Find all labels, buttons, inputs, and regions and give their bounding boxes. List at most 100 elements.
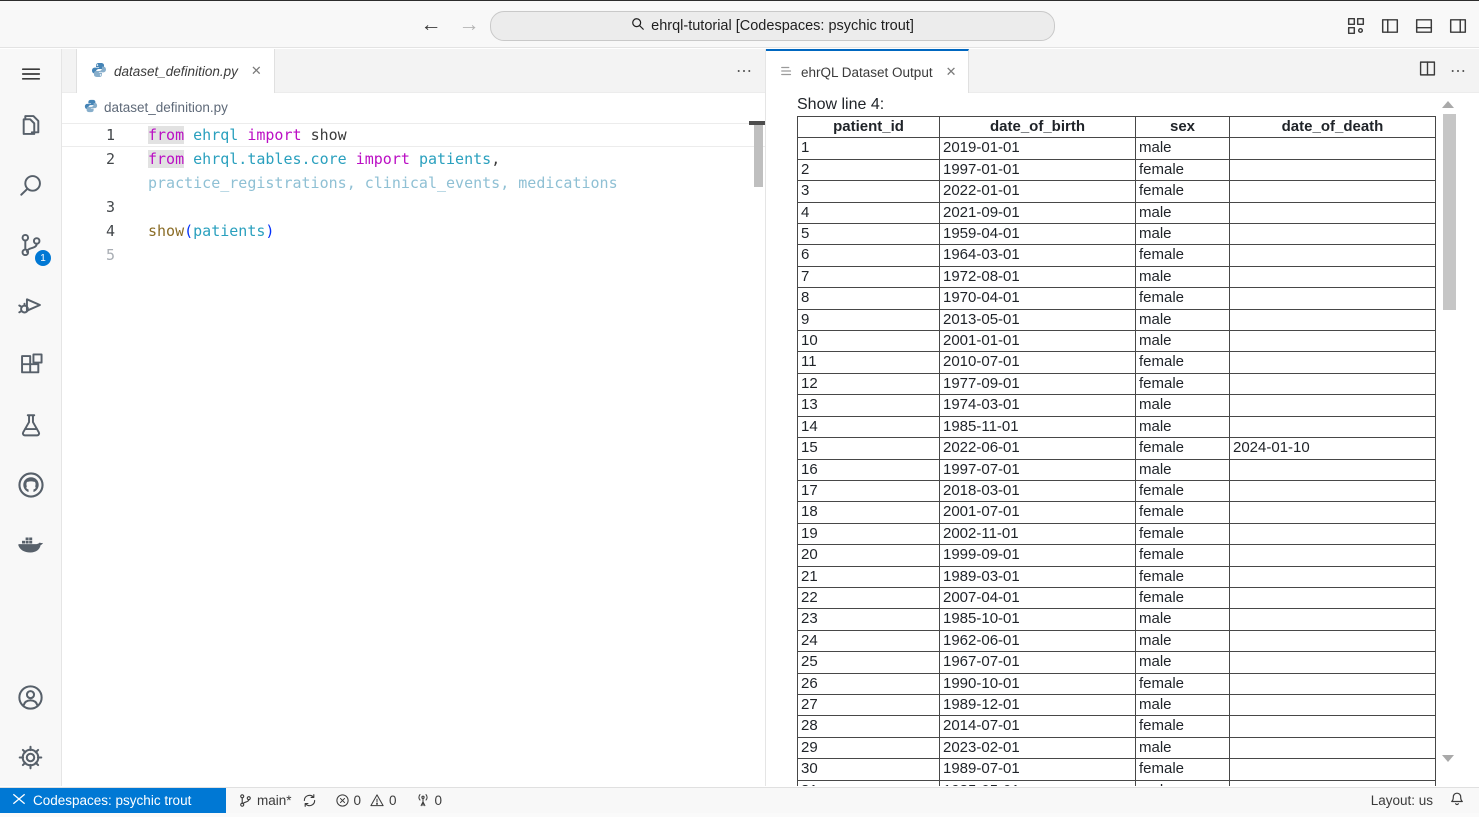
testing-beaker-icon[interactable]: [0, 402, 61, 448]
table-row: 172018-03-01female: [798, 480, 1436, 501]
settings-gear-icon[interactable]: [0, 734, 61, 780]
scroll-down-arrow[interactable]: [1442, 755, 1454, 762]
tab-dataset-definition[interactable]: dataset_definition.py ✕: [76, 49, 275, 93]
github-icon[interactable]: [0, 462, 61, 508]
toggle-panel-icon[interactable]: [1414, 16, 1433, 35]
toggle-primary-sidebar-icon[interactable]: [1380, 16, 1399, 35]
search-sidebar-icon[interactable]: [0, 162, 61, 208]
table-row: 12019-01-01male: [798, 138, 1436, 159]
tab-ehrql-dataset-output[interactable]: ehrQL Dataset Output ✕: [766, 49, 969, 93]
table-cell: 12: [798, 373, 940, 394]
close-tab-icon[interactable]: ✕: [946, 64, 957, 80]
customize-layout-icon[interactable]: [1346, 16, 1365, 35]
code-editor[interactable]: 1from ehrql import show2from ehrql.table…: [62, 121, 765, 267]
layout-item[interactable]: Layout: us: [1365, 788, 1439, 814]
table-cell: female: [1136, 159, 1230, 180]
forward-arrow[interactable]: →: [458, 14, 480, 36]
layout-label: Layout: us: [1371, 793, 1433, 808]
table-cell: [1230, 373, 1436, 394]
table-cell: 16: [798, 459, 940, 480]
show-line-heading: Show line 4:: [797, 96, 1479, 114]
run-and-debug-icon[interactable]: [0, 282, 61, 328]
table-cell: female: [1136, 181, 1230, 202]
error-count: 0: [354, 793, 362, 808]
error-icon: [335, 793, 350, 808]
table-header-row: patient_iddate_of_birthsexdate_of_death: [798, 117, 1436, 138]
notifications-bell-icon[interactable]: [1449, 791, 1465, 810]
table-cell: [1230, 630, 1436, 651]
editor-scrollbar-thumb[interactable]: [754, 125, 763, 187]
table-cell: female: [1136, 566, 1230, 587]
table-cell: [1230, 652, 1436, 673]
table-cell: 1985-10-01: [940, 609, 1136, 630]
table-cell: 1967-07-01: [940, 652, 1136, 673]
editor-group: dataset_definition.py ✕ ⋯ dataset_defini…: [62, 49, 765, 786]
table-cell: 1959-04-01: [940, 224, 1136, 245]
table-cell: female: [1136, 480, 1230, 501]
code-line[interactable]: 4show(patients): [62, 219, 765, 243]
warning-icon: [369, 793, 385, 808]
table-cell: 1962-06-01: [940, 630, 1136, 651]
table-cell: male: [1136, 737, 1230, 758]
source-control-badge: 1: [35, 250, 51, 266]
table-cell: [1230, 331, 1436, 352]
split-editor-icon[interactable]: [1419, 60, 1436, 82]
table-cell: 2013-05-01: [940, 309, 1136, 330]
code-line[interactable]: practice_registrations, clinical_events,…: [62, 171, 765, 195]
search-label: ehrql-tutorial [Codespaces: psychic trou…: [651, 18, 914, 34]
line-number: 3: [62, 195, 115, 219]
line-number: 1: [62, 123, 115, 147]
command-center-search[interactable]: ehrql-tutorial [Codespaces: psychic trou…: [490, 11, 1055, 41]
table-row: 112010-07-01female: [798, 352, 1436, 373]
table-cell: 4: [798, 202, 940, 223]
ports-item[interactable]: 0: [409, 788, 449, 814]
table-cell: female: [1136, 373, 1230, 394]
table-row: 201999-09-01female: [798, 545, 1436, 566]
webview-scrollbar-thumb[interactable]: [1443, 114, 1456, 310]
table-cell: 25: [798, 652, 940, 673]
table-cell: female: [1136, 673, 1230, 694]
problems-item[interactable]: 0 0: [329, 788, 403, 814]
panel-more-actions-icon[interactable]: ⋯: [1450, 61, 1467, 81]
code-line[interactable]: 2from ehrql.tables.core import patients,: [62, 147, 765, 171]
table-cell: 7: [798, 266, 940, 287]
menu-icon[interactable]: [0, 51, 61, 97]
dataset-table: patient_iddate_of_birthsexdate_of_death …: [797, 116, 1436, 786]
editor-tabs-bar: dataset_definition.py ✕ ⋯: [62, 49, 765, 93]
table-cell: 11: [798, 352, 940, 373]
table-cell: [1230, 181, 1436, 202]
table-cell: 22: [798, 587, 940, 608]
table-cell: [1230, 716, 1436, 737]
table-cell: 29: [798, 737, 940, 758]
table-row: 282014-07-01female: [798, 716, 1436, 737]
breadcrumb[interactable]: dataset_definition.py: [62, 93, 765, 121]
code-line[interactable]: 3: [62, 195, 765, 219]
extensions-icon[interactable]: [0, 342, 61, 388]
editor-more-actions-icon[interactable]: ⋯: [736, 61, 753, 81]
radio-tower-icon: [415, 793, 431, 808]
status-bar: Codespaces: psychic trout main*: [0, 787, 1479, 813]
table-cell: [1230, 202, 1436, 223]
code-line[interactable]: 5: [62, 243, 765, 267]
table-cell: female: [1136, 545, 1230, 566]
table-cell: [1230, 352, 1436, 373]
scroll-up-arrow[interactable]: [1442, 101, 1454, 108]
toggle-secondary-sidebar-icon[interactable]: [1448, 16, 1467, 35]
source-control-icon[interactable]: 1: [0, 222, 61, 268]
table-cell: 1977-09-01: [940, 373, 1136, 394]
table-cell: 18: [798, 502, 940, 523]
table-cell: 14: [798, 416, 940, 437]
docker-icon[interactable]: [0, 522, 61, 568]
back-arrow[interactable]: ←: [420, 14, 442, 36]
table-cell: 1970-04-01: [940, 288, 1136, 309]
explorer-icon[interactable]: [0, 102, 61, 148]
code-line[interactable]: 1from ehrql import show: [62, 123, 765, 147]
table-cell: 15: [798, 438, 940, 459]
table-row: 102001-01-01male: [798, 331, 1436, 352]
table-row: 292023-02-01male: [798, 737, 1436, 758]
remote-indicator[interactable]: Codespaces: psychic trout: [0, 788, 226, 814]
close-tab-icon[interactable]: ✕: [251, 63, 262, 79]
sync-icon[interactable]: [302, 793, 317, 808]
accounts-icon[interactable]: [0, 674, 61, 720]
branch-item[interactable]: main*: [232, 788, 323, 814]
